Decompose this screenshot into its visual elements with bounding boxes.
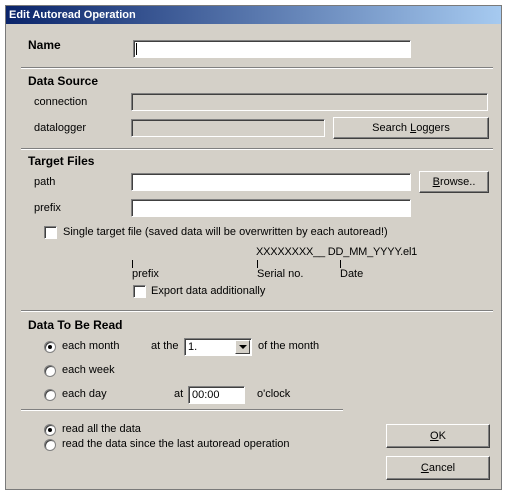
time-input[interactable]: 00:00 xyxy=(188,386,245,404)
cancel-button[interactable]: Cancel xyxy=(386,456,490,480)
export-label: Export data additionally xyxy=(151,285,266,297)
separator xyxy=(21,67,493,69)
read-since-radio[interactable] xyxy=(44,439,56,451)
read-all-radio[interactable] xyxy=(44,424,56,436)
connection-label: connection xyxy=(34,96,88,108)
target-files-heading: Target Files xyxy=(28,154,95,168)
at-the-label: at the xyxy=(151,340,179,352)
name-input[interactable] xyxy=(133,40,411,58)
search-loggers-label: Search Loggers xyxy=(372,122,450,134)
each-month-label: each month xyxy=(62,340,120,352)
separator xyxy=(21,409,343,411)
legend-prefix: prefix xyxy=(132,268,159,280)
separator xyxy=(21,310,493,312)
cancel-accel: C xyxy=(420,462,429,474)
legend-serial: Serial no. xyxy=(257,268,304,280)
serial-marker xyxy=(257,260,258,268)
prefix-input[interactable] xyxy=(131,199,411,217)
datalogger-field xyxy=(131,119,325,137)
prefix-label: prefix xyxy=(34,202,61,214)
cancel-label-rest: ancel xyxy=(428,462,456,474)
oclock-label: o'clock xyxy=(257,388,291,400)
ok-accel: O xyxy=(430,430,439,442)
day-value: 1. xyxy=(188,341,198,353)
single-target-checkbox[interactable] xyxy=(44,226,57,239)
browse-button[interactable]: Browse.. xyxy=(419,171,489,193)
data-source-heading: Data Source xyxy=(28,74,99,88)
datalogger-label: datalogger xyxy=(34,122,86,134)
day-select[interactable]: 1. xyxy=(184,338,252,356)
each-day-label: each day xyxy=(62,388,107,400)
read-all-label: read all the data xyxy=(62,423,141,435)
filename-pattern: XXXXXXXX__ DD_MM_YYYY.el1 xyxy=(256,246,418,258)
each-week-label: each week xyxy=(62,364,115,376)
separator xyxy=(21,148,493,150)
path-label: path xyxy=(34,176,56,188)
browse-label-rest: rowse.. xyxy=(439,176,476,188)
ok-button[interactable]: OK xyxy=(386,424,490,448)
read-since-label: read the data since the last autoread op… xyxy=(62,438,290,450)
at-label: at xyxy=(174,388,184,400)
data-to-be-read-heading: Data To Be Read xyxy=(28,318,123,332)
name-label: Name xyxy=(28,38,61,52)
text-cursor xyxy=(136,43,137,55)
each-day-radio[interactable] xyxy=(44,389,56,401)
search-loggers-button[interactable]: Search Loggers xyxy=(333,117,489,139)
connection-field xyxy=(131,93,488,111)
search-loggers-label-part: Search xyxy=(372,122,411,134)
chevron-down-icon[interactable] xyxy=(235,340,250,354)
each-month-radio[interactable] xyxy=(44,341,56,353)
single-target-label: Single target file (saved data will be o… xyxy=(63,226,388,238)
date-marker xyxy=(340,260,341,268)
export-checkbox[interactable] xyxy=(133,285,146,298)
each-week-radio[interactable] xyxy=(44,365,56,377)
of-the-month-label: of the month xyxy=(258,340,320,352)
title-bar: Edit Autoread Operation xyxy=(6,6,501,24)
prefix-marker xyxy=(132,260,133,268)
search-loggers-label-rest: oggers xyxy=(416,122,450,134)
browse-accel: B xyxy=(432,176,440,188)
window-title: Edit Autoread Operation xyxy=(9,9,136,21)
legend-date: Date xyxy=(340,268,364,280)
path-input[interactable] xyxy=(131,173,411,191)
dialog-window: Edit Autoread Operation Name Data Source… xyxy=(5,5,502,490)
ok-label-rest: K xyxy=(438,430,446,442)
